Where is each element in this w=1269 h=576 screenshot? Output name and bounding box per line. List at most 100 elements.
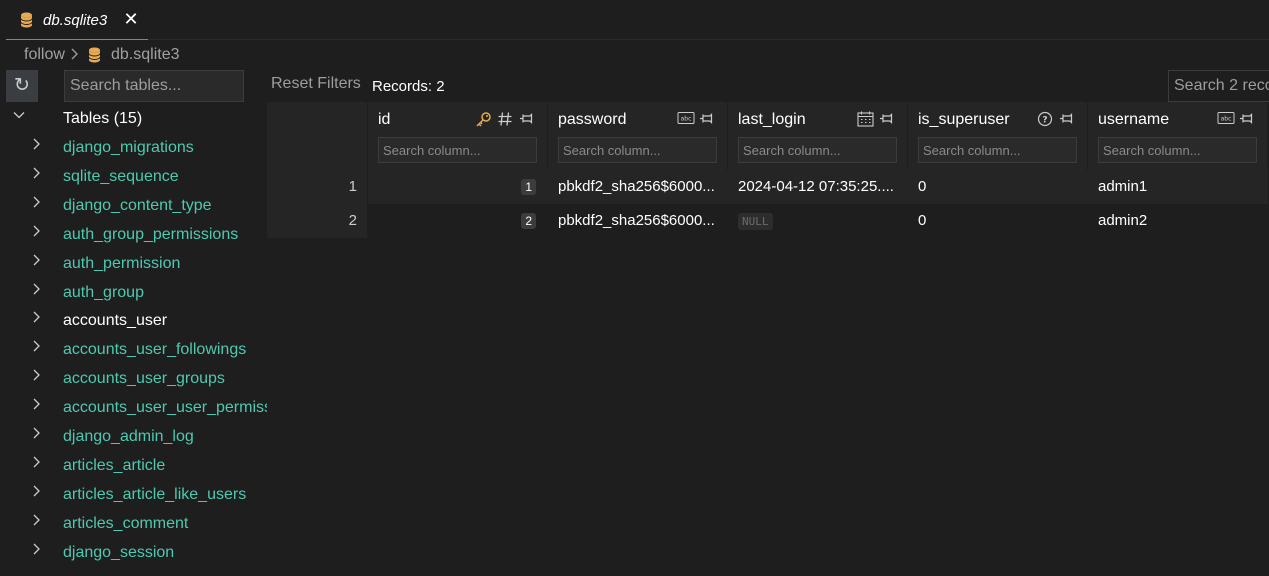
- row-number: 1: [267, 170, 367, 204]
- sidebar-item-articles-article[interactable]: articles_article: [0, 451, 267, 480]
- column-icons: [857, 109, 895, 129]
- null-badge: NULL: [738, 212, 773, 230]
- chevron-right-icon[interactable]: [32, 484, 42, 501]
- column-search-input[interactable]: [918, 137, 1077, 163]
- reset-filters-button[interactable]: Reset Filters: [271, 75, 361, 93]
- breadcrumb-file[interactable]: db.sqlite3: [111, 46, 180, 66]
- chevron-right-icon[interactable]: [32, 253, 42, 270]
- table-cell-username[interactable]: admin2: [1088, 204, 1268, 238]
- sidebar-item-articles-article-like-users[interactable]: articles_article_like_users: [0, 480, 267, 509]
- chevron-right-icon[interactable]: [32, 397, 42, 414]
- column-header-username[interactable]: username abc: [1088, 102, 1268, 170]
- column-search-input[interactable]: [738, 137, 897, 163]
- column-header-is-superuser[interactable]: is_superuser?: [908, 102, 1088, 170]
- sidebar-item-label: articles_article_like_users: [63, 485, 247, 503]
- search-tables-input[interactable]: [64, 70, 244, 102]
- table-cell-password[interactable]: pbkdf2_sha256$6000...: [548, 204, 728, 238]
- sidebar-item-django-migrations[interactable]: django_migrations: [0, 133, 267, 162]
- sidebar-item-label: accounts_user: [63, 312, 168, 330]
- key-icon: [475, 111, 491, 127]
- svg-text:abc: abc: [1221, 116, 1232, 123]
- chevron-right-icon[interactable]: [32, 310, 42, 327]
- column-name: last_login: [738, 111, 806, 128]
- sidebar-item-accounts-user-user-permissic[interactable]: accounts_user_user_permissic: [0, 393, 267, 422]
- tables-header[interactable]: Tables (15): [63, 110, 142, 128]
- table-cell-password[interactable]: pbkdf2_sha256$6000...: [548, 170, 728, 204]
- chevron-right-icon[interactable]: [32, 513, 42, 530]
- column-header-last-login[interactable]: last_login: [728, 102, 908, 170]
- tab-label: db.sqlite3: [43, 12, 108, 29]
- chevron-right-icon[interactable]: [32, 339, 42, 356]
- sidebar-item-label: accounts_user_user_permissic: [63, 399, 267, 417]
- cell-value: admin1: [1098, 178, 1148, 195]
- sidebar-item-accounts-user-followings[interactable]: accounts_user_followings: [0, 335, 267, 364]
- calendar-icon: [857, 111, 874, 127]
- column-search-input[interactable]: [558, 137, 717, 163]
- hash-icon: [497, 111, 513, 127]
- sidebar-item-label: auth_group_permissions: [63, 225, 239, 243]
- table-cell-id[interactable]: 1: [368, 170, 548, 204]
- chevron-right-icon[interactable]: [32, 224, 42, 241]
- chevron-right-icon[interactable]: [32, 166, 42, 183]
- sidebar-item-label: django_session: [63, 543, 175, 561]
- sidebar-item-label: django_migrations: [63, 139, 194, 156]
- chevron-right-icon[interactable]: [32, 137, 42, 154]
- column-header-password[interactable]: password abc: [548, 102, 728, 170]
- table-cell-last-login[interactable]: 2024-04-12 07:35:25....: [728, 170, 908, 204]
- chevron-right-icon: [70, 47, 80, 64]
- breadcrumb-folder[interactable]: follow: [24, 46, 65, 66]
- tab-db-sqlite3[interactable]: db.sqlite3 ✕: [6, 0, 148, 40]
- column-search-input[interactable]: [1098, 137, 1257, 163]
- chevron-right-icon[interactable]: [32, 426, 42, 443]
- sidebar-item-articles-comment[interactable]: articles_comment: [0, 509, 267, 538]
- row-number: 2: [267, 204, 367, 238]
- column-name: is_superuser: [918, 111, 1010, 128]
- column-icons: abc: [1217, 109, 1255, 129]
- column-header-id[interactable]: id: [368, 102, 548, 170]
- column-icons: ?: [1037, 109, 1075, 129]
- sidebar-item-auth-group[interactable]: auth_group: [0, 278, 267, 307]
- records-count: Records: 2: [372, 78, 445, 95]
- column-search-input[interactable]: [378, 137, 537, 163]
- sidebar-item-auth-permission[interactable]: auth_permission: [0, 249, 267, 278]
- search-records-input[interactable]: [1168, 70, 1269, 102]
- table-cell-is-superuser[interactable]: 0: [908, 170, 1088, 204]
- chevron-right-icon[interactable]: [32, 195, 42, 212]
- sidebar-item-sqlite-sequence[interactable]: sqlite_sequence: [0, 162, 267, 191]
- sidebar-item-accounts-user-groups[interactable]: accounts_user_groups: [0, 364, 267, 393]
- table-cell-id[interactable]: 2: [368, 204, 548, 238]
- sidebar-item-accounts-user[interactable]: accounts_user: [0, 306, 267, 335]
- cell-value: 2024-04-12 07:35:25....: [738, 178, 894, 195]
- row-number-header: [267, 102, 367, 170]
- sidebar-item-label: django_admin_log: [63, 428, 194, 445]
- column-icons: abc: [677, 109, 715, 129]
- pin-icon[interactable]: [1059, 111, 1075, 127]
- table-cell-last-login[interactable]: NULL: [728, 204, 908, 238]
- sidebar-item-django-content-type[interactable]: django_content_type: [0, 191, 267, 220]
- pin-icon[interactable]: [519, 111, 535, 127]
- chevron-right-icon[interactable]: [32, 455, 42, 472]
- database-icon: [88, 47, 101, 63]
- id-badge: 1: [521, 179, 536, 196]
- close-icon[interactable]: ✕: [123, 8, 139, 30]
- pin-icon[interactable]: [1239, 111, 1255, 127]
- pin-icon[interactable]: [879, 111, 895, 127]
- pin-icon[interactable]: [699, 111, 715, 127]
- chevron-right-icon[interactable]: [32, 542, 42, 559]
- sidebar-item-django-admin-log[interactable]: django_admin_log: [0, 422, 267, 451]
- editor-tab-bar: [0, 0, 1269, 40]
- chevron-right-icon[interactable]: [32, 282, 42, 299]
- id-badge: 2: [521, 213, 536, 230]
- refresh-button[interactable]: ↻: [6, 70, 38, 102]
- chevron-down-icon[interactable]: [12, 108, 26, 126]
- svg-text:abc: abc: [681, 116, 692, 123]
- table-cell-is-superuser[interactable]: 0: [908, 204, 1088, 238]
- chevron-right-icon[interactable]: [32, 368, 42, 385]
- sidebar-item-auth-group-permissions[interactable]: auth_group_permissions: [0, 220, 267, 249]
- sidebar-item-django-session[interactable]: django_session: [0, 538, 267, 567]
- boolean-icon: ?: [1037, 111, 1053, 127]
- table-cell-username[interactable]: admin1: [1088, 170, 1268, 204]
- svg-text:?: ?: [1042, 116, 1047, 126]
- sidebar-item-label: sqlite_sequence: [63, 167, 179, 185]
- sidebar-item-label: articles_comment: [63, 514, 189, 532]
